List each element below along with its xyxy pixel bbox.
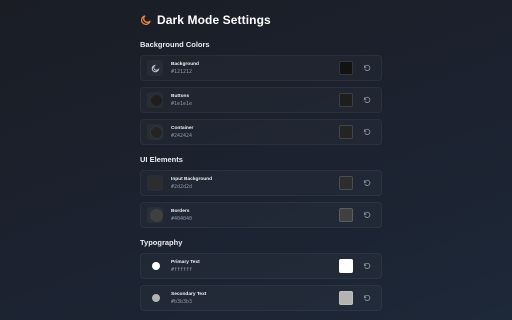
circle-icon — [147, 207, 163, 223]
reset-icon[interactable] — [361, 292, 373, 304]
page-header: Dark Mode Settings — [140, 10, 382, 30]
section-background-colors: Background Colors Background #121212 But… — [140, 40, 382, 145]
page-title: Dark Mode Settings — [157, 13, 271, 27]
color-name: Background — [171, 61, 199, 67]
color-picker-swatch[interactable] — [339, 93, 353, 107]
reset-icon[interactable] — [361, 126, 373, 138]
circle-icon — [147, 124, 163, 140]
reset-icon[interactable] — [361, 177, 373, 189]
color-list: Background #121212 Buttons #1e1e1e Conta… — [140, 55, 382, 145]
section-title: Background Colors — [140, 40, 210, 49]
moon-icon — [147, 60, 163, 76]
color-row-container: Container #242424 — [140, 119, 382, 145]
section-title: UI Elements — [140, 155, 183, 164]
circle-icon — [147, 290, 163, 306]
color-name: Buttons — [171, 93, 190, 99]
color-hex: #242424 — [171, 132, 193, 139]
color-hex: #404040 — [171, 215, 193, 222]
color-row-primary-text: Primary Text #ffffff — [140, 253, 382, 279]
reset-icon[interactable] — [361, 209, 373, 221]
color-row-input-background: Input Background #2d2d2d — [140, 170, 382, 196]
reset-icon[interactable] — [361, 94, 373, 106]
color-picker-swatch[interactable] — [339, 176, 353, 190]
color-hex: #b3b3b3 — [171, 298, 193, 305]
settings-panel: Dark Mode Settings Background Colors Bac… — [140, 0, 382, 311]
circle-icon — [147, 258, 163, 274]
color-row-secondary-text: Secondary Text #b3b3b3 — [140, 285, 382, 311]
color-picker-swatch[interactable] — [339, 208, 353, 222]
color-picker-swatch[interactable] — [339, 125, 353, 139]
color-hex: #1e1e1e — [171, 100, 193, 107]
color-picker-swatch[interactable] — [339, 61, 353, 75]
color-picker-swatch[interactable] — [339, 259, 353, 273]
color-hex: #ffffff — [171, 266, 193, 273]
color-picker-swatch[interactable] — [339, 291, 353, 305]
color-row-background: Background #121212 — [140, 55, 382, 81]
color-name: Secondary Text — [171, 291, 207, 297]
color-name: Borders — [171, 208, 190, 214]
color-list: Primary Text #ffffff Secondary Text #b3b… — [140, 253, 382, 311]
color-hex: #121212 — [171, 68, 193, 75]
color-row-borders: Borders #404040 — [140, 202, 382, 228]
square-icon — [147, 175, 163, 191]
section-ui-elements: UI Elements Input Background #2d2d2d Bor… — [140, 155, 382, 228]
circle-icon — [147, 92, 163, 108]
reset-icon[interactable] — [361, 62, 373, 74]
section-typography: Typography Primary Text #ffffff Secondar… — [140, 238, 382, 311]
reset-icon[interactable] — [361, 260, 373, 272]
section-title: Typography — [140, 238, 183, 247]
color-name: Input Background — [171, 176, 213, 182]
color-row-buttons: Buttons #1e1e1e — [140, 87, 382, 113]
color-hex: #2d2d2d — [171, 183, 193, 190]
color-name: Container — [171, 125, 194, 131]
moon-icon — [140, 14, 152, 26]
color-name: Primary Text — [171, 259, 200, 265]
color-list: Input Background #2d2d2d Borders #404040 — [140, 170, 382, 228]
